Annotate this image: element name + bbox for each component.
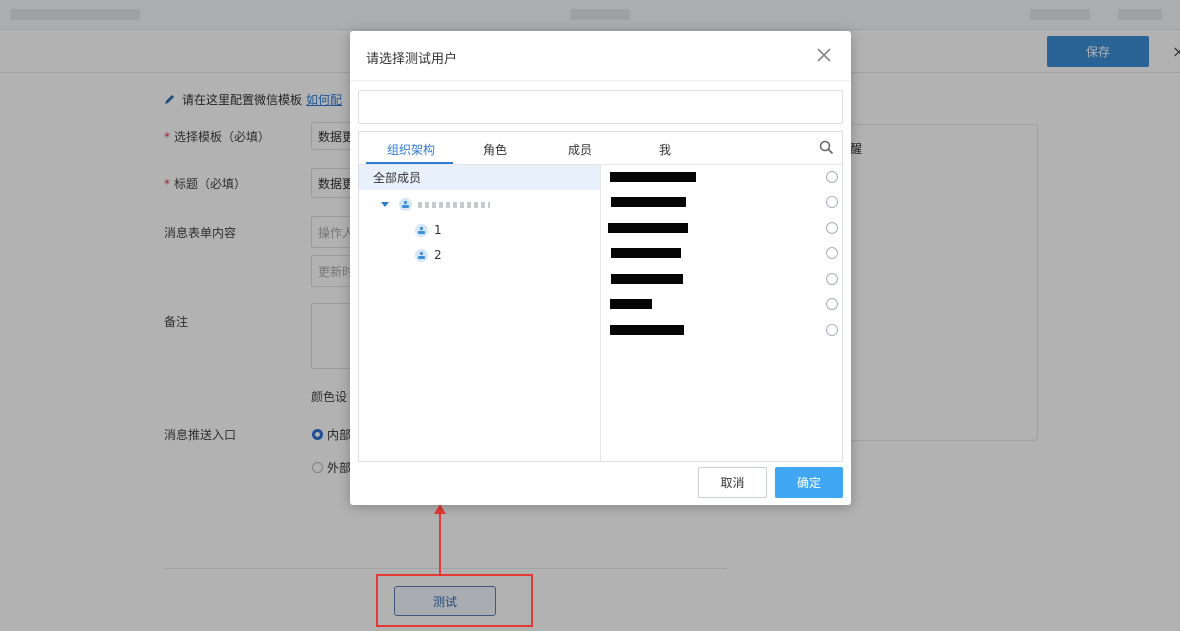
tree-item-child-2[interactable]: 2 [415, 248, 442, 262]
member-list-pane [602, 165, 842, 461]
dialog-header-divider [350, 80, 851, 81]
annotation-arrow-line [439, 512, 441, 574]
redacted-department-name [418, 201, 490, 208]
redacted-member-name [611, 197, 686, 207]
member-row[interactable] [602, 165, 842, 190]
redacted-member-name [610, 172, 696, 182]
redacted-member-name [610, 325, 684, 335]
picker-tabs: 组织架构 角色 成员 我 [359, 132, 842, 165]
org-tree-pane: 全部成员 1 2 [359, 165, 601, 461]
member-row[interactable] [602, 216, 842, 241]
member-radio[interactable] [826, 324, 838, 336]
org-icon [415, 248, 428, 262]
tab-me[interactable]: 我 [659, 141, 671, 158]
confirm-button[interactable]: 确定 [775, 467, 843, 498]
tree-item-department[interactable] [381, 198, 490, 211]
member-radio[interactable] [826, 273, 838, 285]
member-row[interactable] [602, 318, 842, 343]
annotation-highlight-box [376, 574, 533, 627]
member-radio[interactable] [826, 171, 838, 183]
user-search-input[interactable] [358, 90, 843, 124]
tree-item-all-members[interactable]: 全部成员 [359, 165, 600, 190]
tab-role[interactable]: 角色 [483, 141, 507, 158]
member-radio[interactable] [826, 196, 838, 208]
tree-item-child-1[interactable]: 1 [415, 223, 442, 237]
redacted-member-name [611, 274, 683, 284]
active-tab-underline [366, 162, 453, 164]
search-icon[interactable] [819, 140, 834, 155]
expand-caret-icon[interactable] [381, 202, 389, 207]
member-radio[interactable] [826, 298, 838, 310]
tab-org-structure[interactable]: 组织架构 [387, 141, 435, 158]
cancel-button[interactable]: 取消 [698, 467, 767, 498]
select-test-user-dialog: 请选择测试用户 组织架构 角色 成员 我 全部成员 1 2 取消 确定 [350, 31, 851, 505]
redacted-member-name [608, 223, 688, 233]
dialog-title: 请选择测试用户 [366, 52, 458, 67]
member-radio[interactable] [826, 247, 838, 259]
tab-member[interactable]: 成员 [568, 141, 592, 158]
member-row[interactable] [602, 241, 842, 266]
close-icon[interactable] [814, 45, 834, 65]
redacted-member-name [610, 299, 652, 309]
member-row[interactable] [602, 267, 842, 292]
org-icon [399, 198, 412, 211]
member-row[interactable] [602, 190, 842, 215]
member-row[interactable] [602, 292, 842, 317]
user-picker: 组织架构 角色 成员 我 全部成员 1 2 [358, 131, 843, 462]
redacted-member-name [611, 248, 681, 258]
annotation-arrow-head [434, 504, 446, 514]
org-icon [415, 223, 428, 237]
member-radio[interactable] [826, 222, 838, 234]
